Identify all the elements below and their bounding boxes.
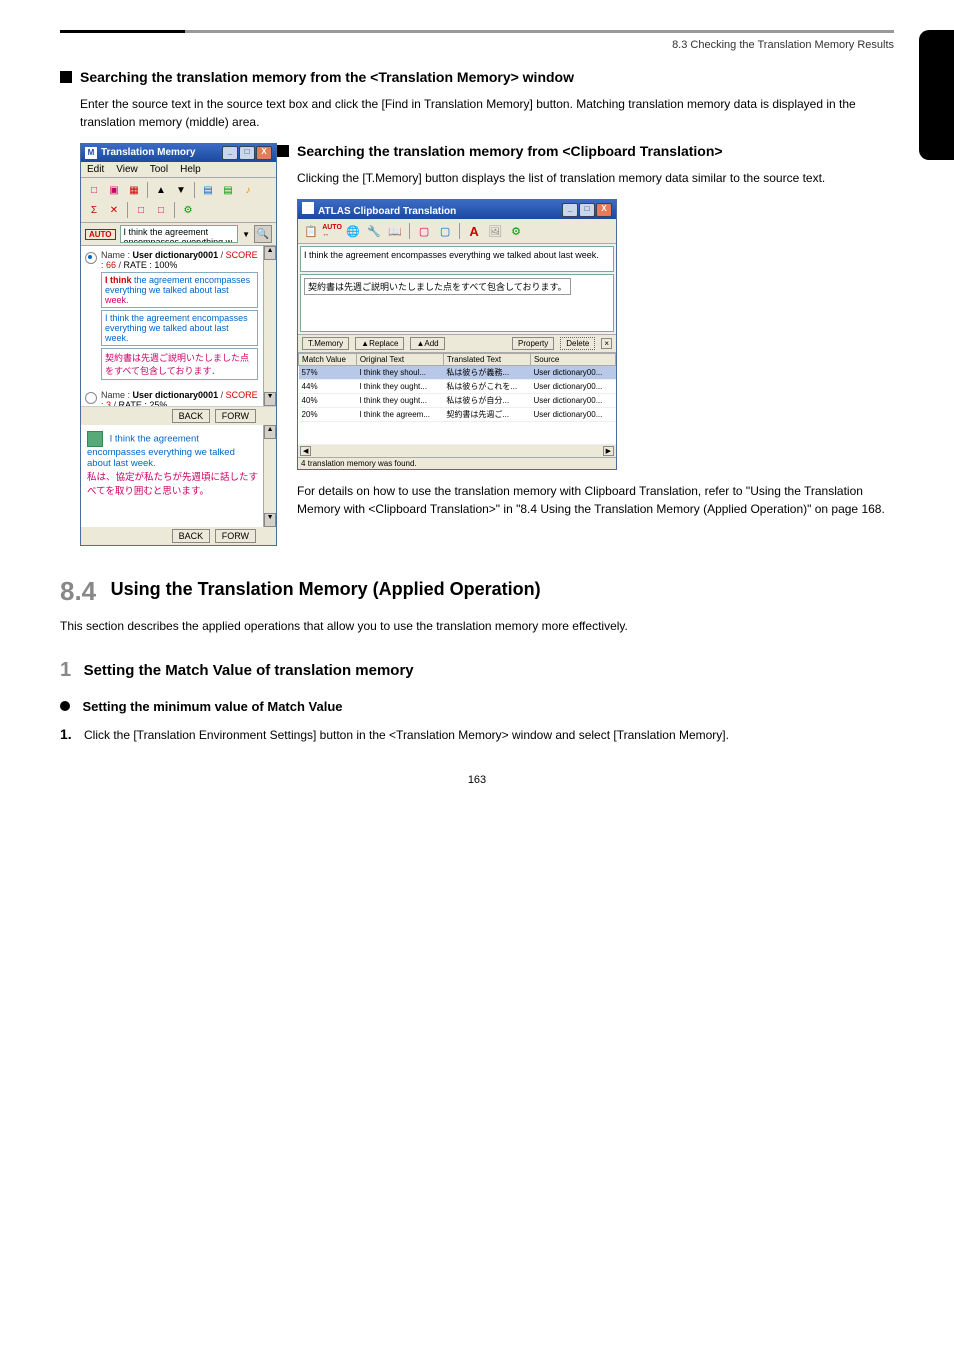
chapter-number: 8.4 <box>60 576 96 607</box>
tool-icon[interactable]: 📖 <box>386 222 404 240</box>
col-translated[interactable]: Translated Text <box>443 354 530 366</box>
search-input[interactable]: I think the agreement encompasses everyt… <box>120 225 239 243</box>
bullet-round-icon <box>60 701 70 711</box>
clip-target[interactable]: 契約書は先週ご説明いたしました点をすべて包含しております。 <box>300 274 614 332</box>
section1-title: Searching the translation memory from th… <box>80 69 574 85</box>
menu-edit[interactable]: Edit <box>87 164 104 175</box>
add-button[interactable]: ▲Add <box>410 337 444 350</box>
col-source[interactable]: Source <box>530 354 615 366</box>
clip-source[interactable]: I think the agreement encompasses everyt… <box>300 246 614 272</box>
section-number: 1 <box>60 659 71 682</box>
translate-icon <box>87 431 103 447</box>
clip-title: ATLAS Clipboard Translation <box>302 202 456 217</box>
section2-body2: For details on how to use the translatio… <box>297 482 894 518</box>
menu-tool[interactable]: Tool <box>150 164 168 175</box>
radio-unselected[interactable] <box>85 392 97 404</box>
replace-button[interactable]: ▲Replace <box>355 337 404 350</box>
col-match[interactable]: Match Value <box>299 354 357 366</box>
close-button[interactable]: X <box>256 146 272 160</box>
chapter-title: Using the Translation Memory (Applied Op… <box>111 578 541 601</box>
table-row[interactable]: 44%I think they ought...私は彼らがこれを...User … <box>299 380 616 394</box>
step-body: Click the [Translation Environment Setti… <box>84 726 729 744</box>
property-button[interactable]: Property <box>512 337 554 350</box>
section-heading: Setting the Match Value of translation m… <box>84 662 414 679</box>
radio-selected[interactable] <box>85 252 97 264</box>
globe-icon[interactable]: 🌐 <box>344 222 362 240</box>
translation-memory-window: MTranslation Memory _ □ X Edit View Tool… <box>80 143 277 546</box>
settings-icon[interactable]: ⚙ <box>179 201 197 219</box>
back-button[interactable]: BACK <box>172 529 211 543</box>
tm-title: MTranslation Memory <box>85 147 195 159</box>
back-button[interactable]: BACK <box>172 409 211 423</box>
clipboard-icon[interactable]: 📋 <box>302 222 320 240</box>
maximize-button[interactable]: □ <box>239 146 255 160</box>
delete-button[interactable]: Delete <box>560 337 595 350</box>
page-ref: 8.3 Checking the Translation Memory Resu… <box>60 39 894 51</box>
tmemory-button[interactable]: T.Memory <box>302 337 349 350</box>
lower-source: I think the agreement encompasses everyt… <box>87 434 235 469</box>
toolbar-icon[interactable]: ▤ <box>199 181 217 199</box>
close-panel-icon[interactable]: × <box>601 338 612 349</box>
menu-view[interactable]: View <box>116 164 138 175</box>
page-number: 163 <box>60 774 894 786</box>
toolbar-icon[interactable]: ♪ <box>239 181 257 199</box>
close-button[interactable]: X <box>596 203 612 217</box>
status-bar: 4 translation memory was found. <box>298 457 616 469</box>
image-icon[interactable]: 🖼 <box>486 222 504 240</box>
toolbar-icon[interactable]: Σ <box>85 201 103 219</box>
scroll-right-icon[interactable]: ▶ <box>603 446 614 456</box>
chapter-desc: This section describes the applied opera… <box>60 617 894 635</box>
toolbar-icon[interactable]: □ <box>85 181 103 199</box>
subsection-heading: Setting the minimum value of Match Value <box>82 699 342 714</box>
toolbar-icon[interactable]: □ <box>132 201 150 219</box>
settings-icon[interactable]: ⚙ <box>507 222 525 240</box>
minimize-button[interactable]: _ <box>562 203 578 217</box>
box-icon[interactable]: ▢ <box>436 222 454 240</box>
bullet-icon <box>60 71 72 83</box>
down-icon[interactable]: ▼ <box>172 181 190 199</box>
toolbar-icon[interactable]: ▣ <box>105 181 123 199</box>
table-row[interactable]: 40%I think they ought...私は彼らが自分...User d… <box>299 394 616 408</box>
toolbar-icon[interactable]: ▤ <box>219 181 237 199</box>
section2-title: Searching the translation memory from <C… <box>297 143 723 159</box>
scroll-left-icon[interactable]: ◀ <box>300 446 311 456</box>
toolbar-icon[interactable]: □ <box>152 201 170 219</box>
minimize-button[interactable]: _ <box>222 146 238 160</box>
dropdown-icon[interactable]: ▼ <box>242 230 250 239</box>
delete-icon[interactable]: ✕ <box>105 201 123 219</box>
tool-icon[interactable]: 🔧 <box>365 222 383 240</box>
bullet-icon <box>277 145 289 157</box>
auto-icon[interactable]: AUTO↔ <box>323 222 341 240</box>
table-row[interactable]: 20%I think the agreem...契約書は先週ご...User d… <box>299 408 616 422</box>
col-original[interactable]: Original Text <box>356 354 443 366</box>
tm-entry[interactable]: Name : User dictionary0001 / SCORE : 66 … <box>81 246 276 386</box>
step-number: 1. <box>60 726 84 744</box>
scroll-down-icon[interactable]: ▼ <box>264 513 276 527</box>
results-table: Match Value Original Text Translated Tex… <box>298 353 616 445</box>
scrollbar[interactable]: ▲ ▼ <box>263 425 276 527</box>
section2-body1: Clicking the [T.Memory] button displays … <box>297 169 894 187</box>
auto-badge: AUTO <box>85 229 116 240</box>
maximize-button[interactable]: □ <box>579 203 595 217</box>
forw-button[interactable]: FORW <box>215 409 256 423</box>
box-icon[interactable]: ▢ <box>415 222 433 240</box>
font-icon[interactable]: A <box>465 222 483 240</box>
find-button[interactable]: 🔍 <box>254 225 272 243</box>
toolbar-icon[interactable]: ▦ <box>125 181 143 199</box>
menu-help[interactable]: Help <box>180 164 201 175</box>
table-row[interactable]: 57%I think they shoul...私は彼らが義務...User d… <box>299 366 616 380</box>
tm-entry[interactable]: Name : User dictionary0001 / SCORE : 3 /… <box>81 386 276 407</box>
forw-button[interactable]: FORW <box>215 529 256 543</box>
up-icon[interactable]: ▲ <box>152 181 170 199</box>
lower-target: 私は、協定が私たちが先週頃に話したすべてを取り囲むと思います。 <box>87 469 258 497</box>
scroll-up-icon[interactable]: ▲ <box>264 425 276 439</box>
section1-body: Enter the source text in the source text… <box>80 95 894 131</box>
clipboard-translation-window: ATLAS Clipboard Translation _ □ X 📋 AUTO… <box>297 199 617 470</box>
